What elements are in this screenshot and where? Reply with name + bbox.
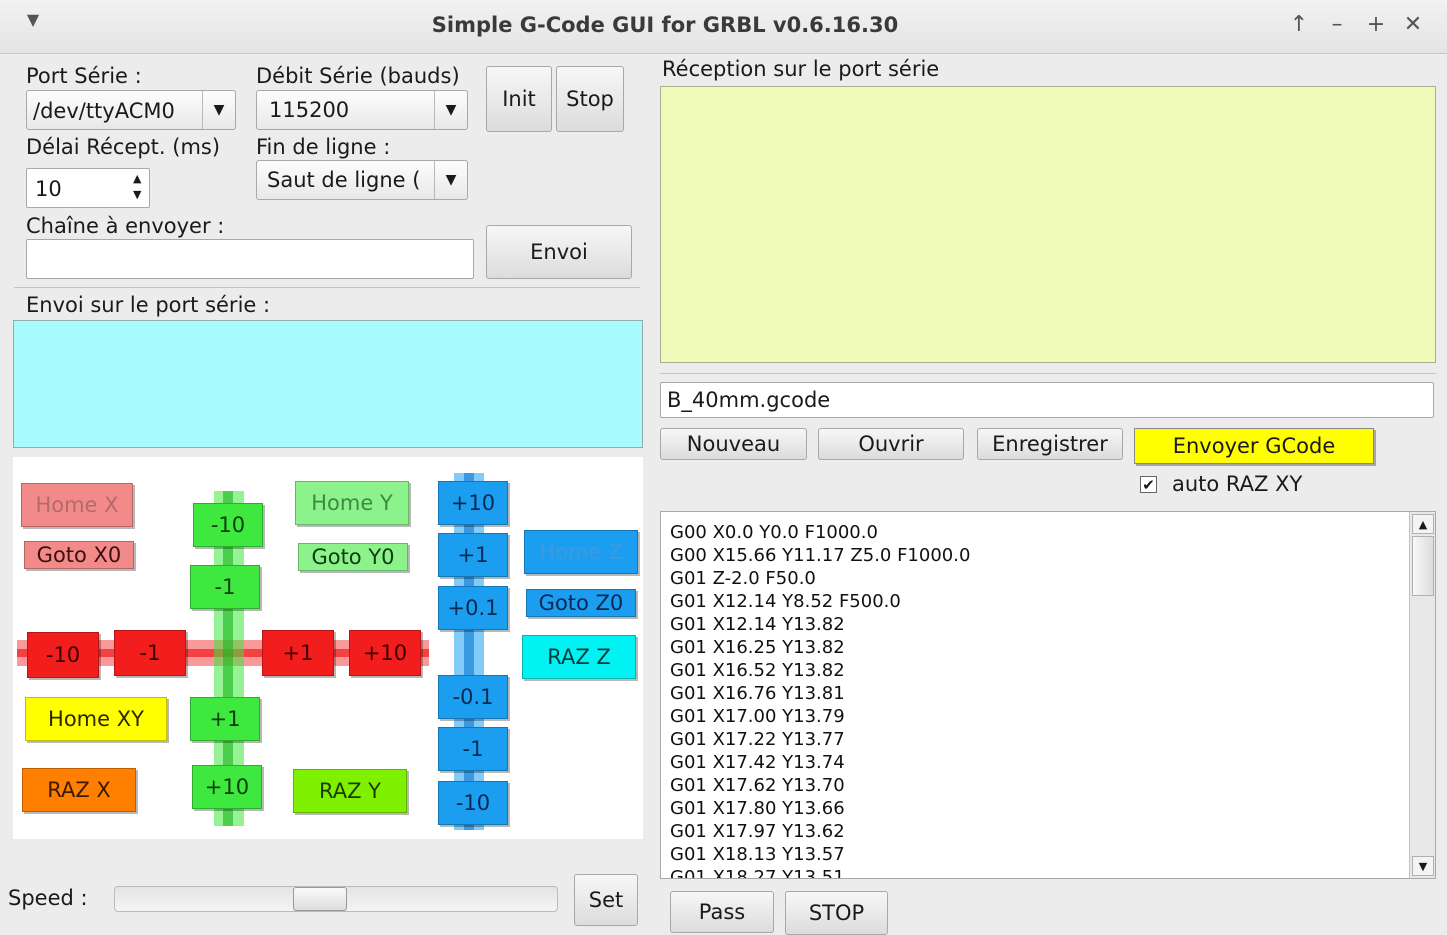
- gcode-line[interactable]: G00 X15.66 Y11.17 Z5.0 F1000.0: [670, 544, 970, 567]
- eol-select[interactable]: Saut de ligne ( ▼: [256, 160, 468, 200]
- x-plus-1-button[interactable]: +1: [262, 630, 334, 676]
- gcode-line[interactable]: G01 X17.80 Y13.66: [670, 797, 970, 820]
- send-string-label: Chaîne à envoyer :: [26, 214, 225, 238]
- received-label: Réception sur le port série: [662, 57, 940, 81]
- home-z-button[interactable]: Home Z: [524, 530, 638, 574]
- z-minus-0-1-button[interactable]: -0.1: [438, 675, 508, 719]
- new-button[interactable]: Nouveau: [660, 428, 807, 460]
- init-button[interactable]: Init: [486, 66, 552, 132]
- divider: [660, 373, 1436, 374]
- eol-value: Saut de ligne (: [267, 168, 421, 192]
- stop-gcode-button[interactable]: STOP: [785, 891, 888, 935]
- x-minus-1-button[interactable]: -1: [114, 630, 186, 676]
- gcode-line[interactable]: G01 X12.14 Y13.82: [670, 613, 970, 636]
- y-plus-1-button[interactable]: -1: [190, 565, 260, 609]
- gcode-line[interactable]: G00 X0.0 Y0.0 F1000.0: [670, 521, 970, 544]
- raz-z-button[interactable]: RAZ Z: [522, 635, 636, 679]
- gcode-line[interactable]: G01 X18.13 Y13.57: [670, 843, 970, 866]
- gcode-list[interactable]: G00 X0.0 Y0.0 F1000.0 G00 X15.66 Y11.17 Z…: [660, 511, 1436, 879]
- z-axis-line: [464, 473, 474, 830]
- home-x-button[interactable]: Home X: [21, 483, 133, 527]
- gcode-line[interactable]: G01 X12.14 Y8.52 F500.0: [670, 590, 970, 613]
- port-value: /dev/ttyACM0: [33, 99, 175, 123]
- send-string-input[interactable]: [26, 239, 474, 279]
- goto-y0-button[interactable]: Goto Y0: [298, 543, 408, 571]
- x-minus-10-button[interactable]: -10: [27, 632, 99, 678]
- speed-label: Speed :: [8, 886, 88, 910]
- home-xy-button[interactable]: Home XY: [25, 697, 167, 741]
- filename-value: B_40mm.gcode: [667, 388, 831, 412]
- maximize-icon[interactable]: +: [1361, 12, 1391, 37]
- delay-label: Délai Récept. (ms): [26, 135, 221, 159]
- sent-label: Envoi sur le port série :: [26, 293, 271, 317]
- gcode-line[interactable]: G01 X16.25 Y13.82: [670, 636, 970, 659]
- gcode-line[interactable]: G01 X18.27 Y13.51: [670, 866, 970, 878]
- gcode-line[interactable]: G01 X17.00 Y13.79: [670, 705, 970, 728]
- chevron-down-icon: ▼: [202, 91, 235, 129]
- jog-panel: Home X Goto X0 -10 -1 +1 +10 Home XY RAZ…: [13, 457, 643, 839]
- delay-spinbox[interactable]: 10 ▲ ▼: [26, 168, 150, 208]
- y-plus-10-button[interactable]: -10: [193, 503, 263, 547]
- x-plus-10-button[interactable]: +10: [349, 630, 421, 676]
- minimize-icon[interactable]: –: [1322, 12, 1352, 37]
- scrollbar[interactable]: ▲ ▼: [1409, 512, 1435, 878]
- z-plus-10-button[interactable]: +10: [438, 481, 508, 525]
- filename-input[interactable]: B_40mm.gcode: [660, 382, 1434, 418]
- send-gcode-button[interactable]: Envoyer GCode: [1134, 428, 1374, 464]
- baud-label: Débit Série (bauds): [256, 64, 460, 88]
- spin-arrows-icon[interactable]: ▲ ▼: [133, 171, 141, 203]
- gcode-line[interactable]: G01 Z-2.0 F50.0: [670, 567, 970, 590]
- speed-slider[interactable]: [114, 886, 558, 912]
- window-title: Simple G-Code GUI for GRBL v0.6.16.30: [431, 13, 899, 37]
- z-minus-1-button[interactable]: -1: [438, 727, 508, 771]
- keep-above-icon[interactable]: ↑: [1284, 12, 1314, 37]
- sent-textarea[interactable]: [13, 320, 643, 448]
- set-speed-button[interactable]: Set: [574, 874, 638, 926]
- received-textarea[interactable]: [660, 86, 1436, 363]
- raz-x-button[interactable]: RAZ X: [22, 768, 136, 812]
- send-button[interactable]: Envoi: [486, 225, 632, 279]
- scrollbar-thumb[interactable]: [1412, 536, 1434, 596]
- chevron-down-icon: ▼: [434, 91, 467, 129]
- gcode-line[interactable]: G01 X17.62 Y13.70: [670, 774, 970, 797]
- raz-y-button[interactable]: RAZ Y: [293, 769, 407, 813]
- gcode-line[interactable]: G01 X16.52 Y13.82: [670, 659, 970, 682]
- auto-raz-checkbox[interactable]: ✔: [1140, 476, 1157, 494]
- close-icon[interactable]: ✕: [1398, 12, 1428, 37]
- delay-value: 10: [35, 177, 62, 201]
- title-bar: ▼ Simple G-Code GUI for GRBL v0.6.16.30 …: [0, 0, 1447, 54]
- z-minus-10-button[interactable]: -10: [438, 781, 508, 825]
- goto-x0-button[interactable]: Goto X0: [24, 541, 134, 569]
- z-plus-1-button[interactable]: +1: [438, 533, 508, 577]
- port-label: Port Série :: [26, 64, 142, 88]
- pass-button[interactable]: Pass: [670, 891, 774, 933]
- gcode-line[interactable]: G01 X17.97 Y13.62: [670, 820, 970, 843]
- scroll-up-icon[interactable]: ▲: [1412, 514, 1434, 534]
- goto-z0-button[interactable]: Goto Z0: [526, 589, 636, 617]
- baud-select[interactable]: 115200 ▼: [256, 90, 468, 130]
- speed-slider-handle[interactable]: [293, 887, 347, 911]
- divider: [14, 287, 640, 288]
- gcode-lines: G00 X0.0 Y0.0 F1000.0 G00 X15.66 Y11.17 Z…: [670, 521, 970, 878]
- eol-label: Fin de ligne :: [256, 135, 391, 159]
- gcode-line[interactable]: G01 X17.22 Y13.77: [670, 728, 970, 751]
- auto-raz-label: auto RAZ XY: [1172, 472, 1303, 496]
- port-select[interactable]: /dev/ttyACM0 ▼: [26, 90, 236, 130]
- home-y-button[interactable]: Home Y: [295, 481, 409, 525]
- y-minus-10-button[interactable]: +10: [192, 765, 262, 809]
- gcode-line[interactable]: G01 X17.42 Y13.74: [670, 751, 970, 774]
- open-button[interactable]: Ouvrir: [818, 428, 964, 460]
- chevron-down-icon: ▼: [434, 161, 467, 199]
- baud-value: 115200: [269, 98, 350, 122]
- save-button[interactable]: Enregistrer: [977, 428, 1123, 460]
- scroll-down-icon[interactable]: ▼: [1412, 856, 1434, 876]
- stop-button[interactable]: Stop: [556, 66, 624, 132]
- y-minus-1-button[interactable]: +1: [190, 697, 260, 741]
- gcode-line[interactable]: G01 X16.76 Y13.81: [670, 682, 970, 705]
- z-plus-0-1-button[interactable]: +0.1: [438, 586, 508, 630]
